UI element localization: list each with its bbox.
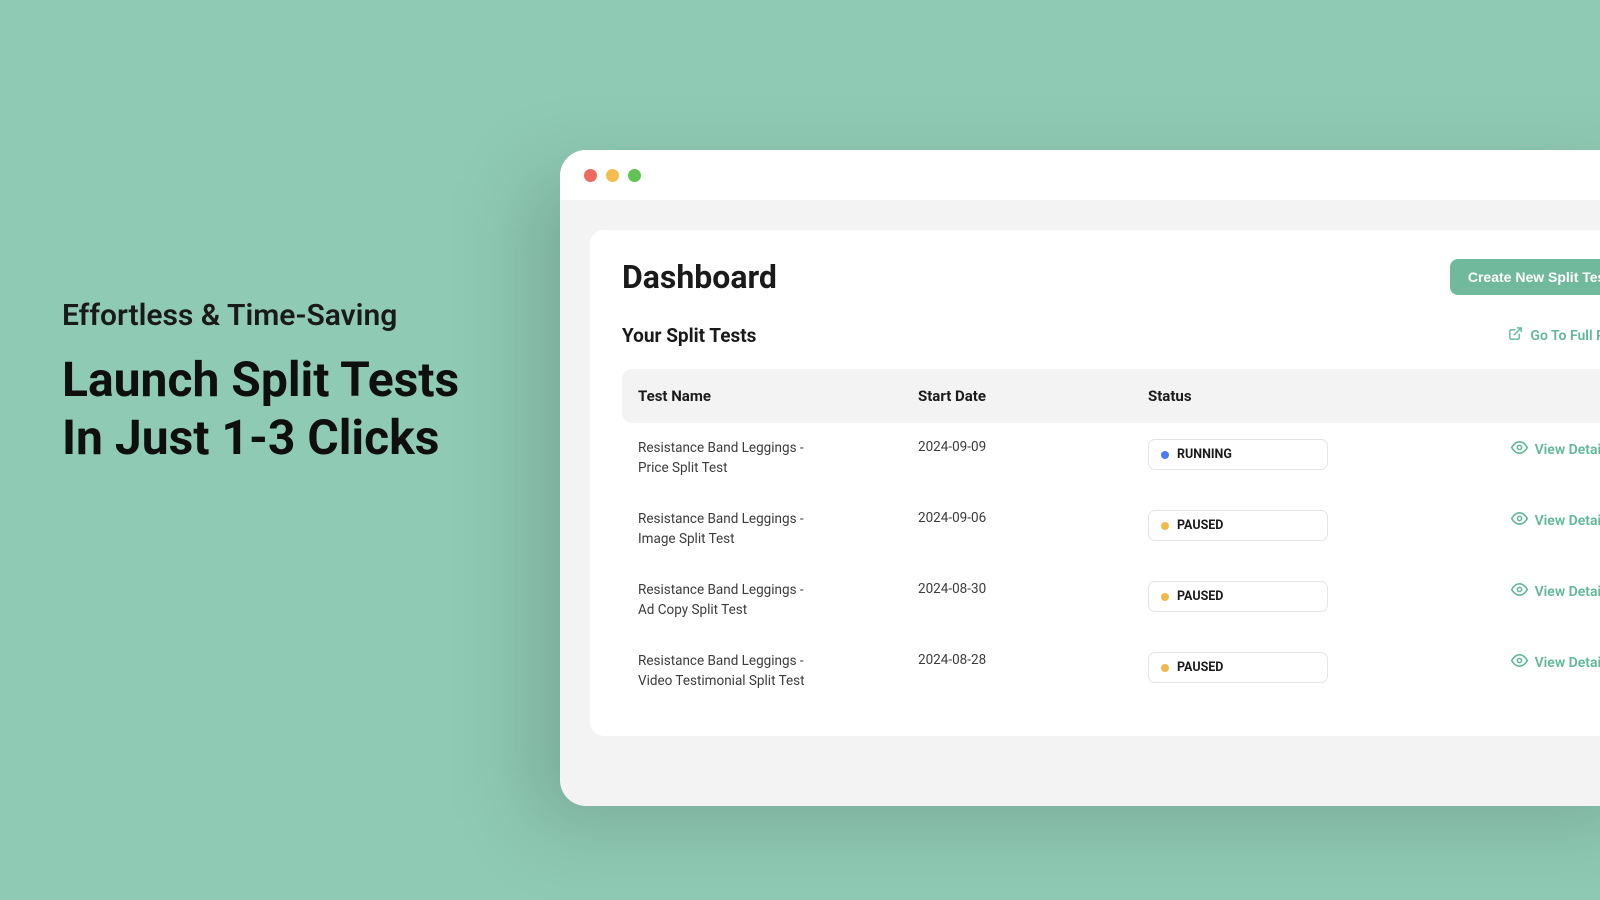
eye-icon (1511, 581, 1528, 602)
full-page-link-label: Go To Full Page (1530, 328, 1600, 344)
app-window: Dashboard Create New Split Test Your Spl… (560, 150, 1600, 806)
status-label: PAUSED (1177, 589, 1223, 604)
window-body: Dashboard Create New Split Test Your Spl… (560, 200, 1600, 806)
table-row: Resistance Band Leggings - Ad Copy Split… (622, 565, 1600, 636)
cell-action: View Details (1438, 510, 1600, 531)
eye-icon (1511, 439, 1528, 460)
view-details-label: View Details (1535, 442, 1600, 458)
table-row: Resistance Band Leggings - Image Split T… (622, 494, 1600, 565)
status-dot-icon (1161, 593, 1169, 601)
section-title: Your Split Tests (622, 324, 756, 347)
headline-line-1: Launch Split Tests (62, 351, 459, 409)
cell-test-name: Resistance Band Leggings - Ad Copy Split… (638, 581, 818, 620)
create-split-test-button[interactable]: Create New Split Test (1450, 259, 1600, 295)
dashboard-card: Dashboard Create New Split Test Your Spl… (590, 230, 1600, 736)
view-details-link[interactable]: View Details (1511, 652, 1600, 673)
status-badge: PAUSED (1148, 581, 1328, 612)
status-label: PAUSED (1177, 660, 1223, 675)
view-details-link[interactable]: View Details (1511, 439, 1600, 460)
go-to-full-page-link[interactable]: Go To Full Page (1508, 326, 1600, 345)
view-details-label: View Details (1535, 513, 1600, 529)
headline-line-2: In Just 1-3 Clicks (62, 409, 459, 467)
view-details-link[interactable]: View Details (1511, 510, 1600, 531)
view-details-label: View Details (1535, 655, 1600, 671)
cell-start-date: 2024-09-09 (918, 439, 1148, 455)
cell-action: View Details (1438, 581, 1600, 602)
view-details-label: View Details (1535, 584, 1600, 600)
status-badge: PAUSED (1148, 652, 1328, 683)
minimize-icon[interactable] (606, 169, 619, 182)
maximize-icon[interactable] (628, 169, 641, 182)
status-dot-icon (1161, 664, 1169, 672)
page-title: Dashboard (622, 258, 777, 296)
col-start-date: Start Date (918, 387, 1148, 405)
eye-icon (1511, 510, 1528, 531)
status-dot-icon (1161, 451, 1169, 459)
cell-start-date: 2024-09-06 (918, 510, 1148, 526)
status-badge: PAUSED (1148, 510, 1328, 541)
section-header: Your Split Tests Go To Full Page (622, 324, 1600, 347)
col-actions (1438, 387, 1600, 405)
cell-status: PAUSED (1148, 652, 1438, 683)
table-row: Resistance Band Leggings - Price Split T… (622, 423, 1600, 494)
close-icon[interactable] (584, 169, 597, 182)
status-label: RUNNING (1177, 447, 1232, 462)
status-dot-icon (1161, 522, 1169, 530)
cell-test-name: Resistance Band Leggings - Price Split T… (638, 439, 818, 478)
cell-status: RUNNING (1148, 439, 1438, 470)
cell-test-name: Resistance Band Leggings - Image Split T… (638, 510, 818, 549)
window-titlebar (560, 150, 1600, 200)
cell-action: View Details (1438, 652, 1600, 673)
cell-status: PAUSED (1148, 581, 1438, 612)
status-label: PAUSED (1177, 518, 1223, 533)
card-header: Dashboard Create New Split Test (622, 258, 1600, 296)
col-status: Status (1148, 387, 1438, 405)
col-test-name: Test Name (638, 387, 918, 405)
eye-icon (1511, 652, 1528, 673)
external-link-icon (1508, 326, 1523, 345)
cell-start-date: 2024-08-28 (918, 652, 1148, 668)
view-details-link[interactable]: View Details (1511, 581, 1600, 602)
cell-status: PAUSED (1148, 510, 1438, 541)
marketing-copy: Effortless & Time-Saving Launch Split Te… (62, 298, 459, 466)
marketing-headline: Launch Split Tests In Just 1-3 Clicks (62, 351, 459, 466)
cell-start-date: 2024-08-30 (918, 581, 1148, 597)
table-header-row: Test Name Start Date Status (622, 369, 1600, 423)
marketing-eyebrow: Effortless & Time-Saving (62, 298, 459, 333)
table-body: Resistance Band Leggings - Price Split T… (622, 423, 1600, 708)
table-row: Resistance Band Leggings - Video Testimo… (622, 636, 1600, 707)
cell-action: View Details (1438, 439, 1600, 460)
status-badge: RUNNING (1148, 439, 1328, 470)
cell-test-name: Resistance Band Leggings - Video Testimo… (638, 652, 818, 691)
